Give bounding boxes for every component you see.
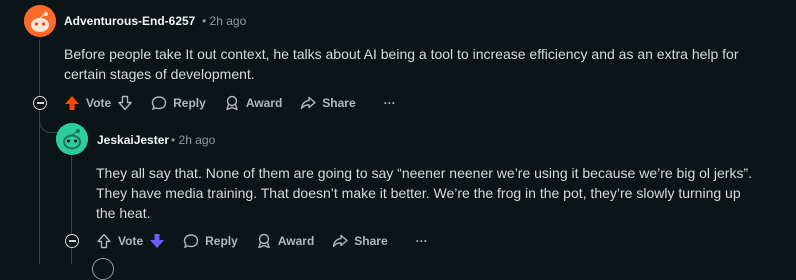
vote-label: Vote: [86, 96, 112, 110]
award-button[interactable]: Award: [256, 233, 314, 249]
next-comment-avatar[interactable]: [92, 258, 114, 280]
comment-timestamp: • 2h ago: [171, 133, 216, 147]
share-button[interactable]: Share: [300, 95, 356, 111]
more-icon: ···: [383, 96, 396, 110]
thread-line-main: [39, 40, 40, 264]
collapse-thread-button[interactable]: [33, 96, 47, 110]
share-label: Share: [354, 234, 388, 248]
upvote-icon[interactable]: [64, 95, 80, 111]
share-label: Share: [322, 96, 356, 110]
share-button[interactable]: Share: [332, 233, 388, 249]
reply-icon: [151, 95, 167, 111]
collapse-thread-button[interactable]: [65, 234, 79, 248]
award-label: Award: [277, 234, 315, 248]
award-button[interactable]: Award: [224, 95, 282, 111]
comment-body: Before people take It out context, he ta…: [64, 46, 739, 82]
share-icon: [332, 233, 348, 249]
comment-actions: Vote Reply Award Share ···: [64, 91, 414, 115]
comment-actions: Vote Reply Award Share ···: [96, 229, 446, 253]
award-icon: [224, 95, 240, 111]
downvote-icon[interactable]: [149, 233, 165, 249]
snoo-avatar-icon: [56, 123, 88, 155]
avatar[interactable]: [24, 5, 56, 37]
comment-timestamp: • 2h ago: [202, 14, 247, 28]
comment-body-line: They all say that. None of them are goin…: [96, 165, 753, 181]
comment-body: They all say that. None of them are goin…: [96, 163, 786, 223]
comment-body-line: They have media training. That doesn’t m…: [96, 185, 741, 201]
reply-button[interactable]: Reply: [151, 95, 206, 111]
thread-elbow: [39, 112, 60, 133]
reply-button[interactable]: Reply: [183, 233, 238, 249]
comment-author[interactable]: JeskaiJester: [97, 133, 169, 147]
avatar[interactable]: [56, 123, 88, 155]
award-icon: [256, 233, 272, 249]
vote-label: Vote: [118, 234, 144, 248]
vote-group: Vote: [96, 233, 165, 249]
snoo-avatar-icon: [24, 5, 56, 37]
reply-label: Reply: [205, 234, 238, 248]
reply-icon: [183, 233, 199, 249]
downvote-icon[interactable]: [117, 95, 133, 111]
upvote-icon[interactable]: [96, 233, 112, 249]
reply-label: Reply: [173, 96, 206, 110]
share-icon: [300, 95, 316, 111]
comment-body-line: the heat.: [96, 205, 151, 221]
comment-author[interactable]: Adventurous-End-6257: [64, 14, 195, 28]
vote-group: Vote: [64, 95, 133, 111]
award-label: Award: [245, 96, 283, 110]
more-icon: ···: [415, 234, 428, 248]
more-options-button[interactable]: ···: [384, 96, 396, 110]
more-options-button[interactable]: ···: [416, 234, 428, 248]
